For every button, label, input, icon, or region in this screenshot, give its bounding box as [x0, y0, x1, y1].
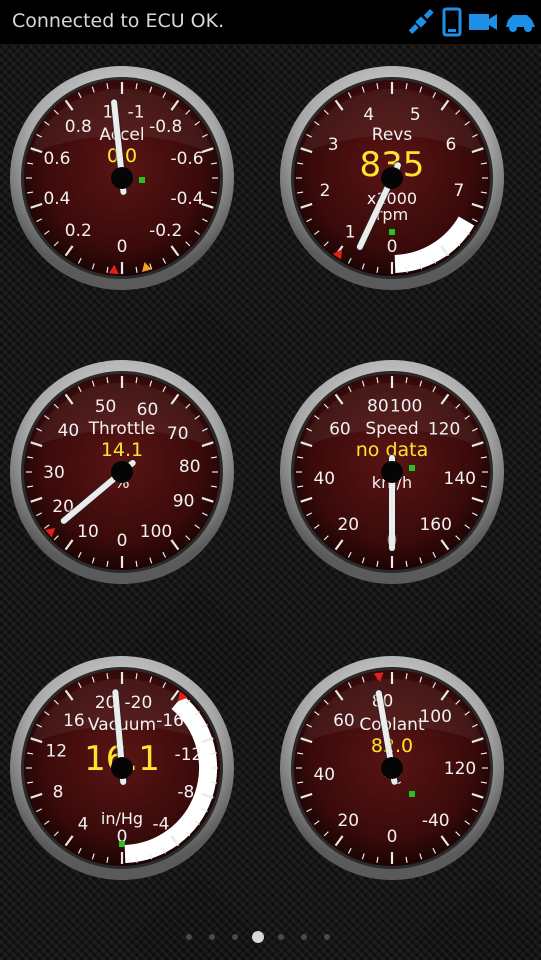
gauge-tick-label: 0	[387, 237, 398, 257]
gauge-tick-label: 60	[137, 400, 159, 420]
page-dot[interactable]	[186, 934, 192, 940]
gauge-tick-label: 120	[444, 759, 476, 779]
gauge-hub	[381, 461, 403, 483]
gauge-tick-label: 80	[367, 396, 389, 416]
gauge-tick-label: 0	[117, 237, 128, 257]
gauge-tick-label: 20	[337, 811, 359, 831]
gauge-tick-label: 50	[95, 397, 117, 417]
car-icon	[506, 15, 535, 32]
gauge-tick-label: -4	[153, 815, 170, 835]
gauge-tick-label: 120	[428, 419, 460, 439]
gauge-tick-label: 4	[363, 105, 374, 125]
gauge-tick-label: 6	[445, 135, 456, 155]
page-dot[interactable]	[278, 934, 284, 940]
gauge-tick-label: -8	[177, 782, 194, 802]
gauge-hub	[111, 461, 133, 483]
gauge-title: Revs	[372, 125, 413, 145]
gauge-tick-label: 3	[328, 135, 339, 155]
gauge-status-indicator	[409, 465, 415, 471]
gauge-tick-label: -12	[175, 745, 203, 765]
gauge-coolant[interactable]: 020406080100120-40Coolant82.0°C	[272, 648, 512, 888]
gauge-tick-label: -0.2	[149, 221, 182, 241]
gauge-status-indicator	[139, 177, 145, 183]
gauge-status-indicator	[119, 841, 125, 847]
gauge-tick-label: 20	[337, 515, 359, 535]
page-dot[interactable]	[232, 934, 238, 940]
gauge-tick-label: 0.2	[65, 221, 92, 241]
gauge-tick-label: 0	[117, 531, 128, 551]
gauge-tick-label: 10	[77, 522, 99, 542]
phone-icon	[442, 7, 462, 37]
gauge-tick-label: -16	[156, 711, 184, 731]
gauge-tick-label: 100	[390, 396, 422, 416]
gauge-hub	[381, 757, 403, 779]
gauge-title: Speed	[365, 419, 418, 439]
gauge-hub	[111, 757, 133, 779]
page-dot[interactable]	[301, 934, 307, 940]
gauge-title: Coolant	[359, 715, 425, 735]
page-dot[interactable]	[252, 931, 264, 943]
gauge-tick-label: 0.4	[43, 189, 70, 209]
gauge-tick-label: 100	[140, 522, 172, 542]
gauge-tick-label: 40	[313, 469, 335, 489]
gauge-status-indicator	[389, 229, 395, 235]
gauge-tick-label: 60	[329, 419, 351, 439]
gauge-tick-label: -1	[128, 102, 145, 122]
gauge-hub	[111, 167, 133, 189]
gauge-tick-label: 2	[320, 181, 331, 201]
gauge-tick-label: 5	[410, 105, 421, 125]
gauge-title: Throttle	[88, 419, 156, 439]
gauge-tick-label: -40	[422, 811, 450, 831]
gauge-tick-label: -0.4	[170, 189, 203, 209]
gauge-hub	[381, 167, 403, 189]
gauge-tick-label: -0.8	[149, 117, 182, 137]
gauge-tick-label: -20	[125, 693, 153, 713]
gauge-vacuum[interactable]: 048121620-20-16-12-8-4Vacuum16.1in/Hg	[2, 648, 242, 888]
gauge-tick-label: 80	[179, 457, 201, 477]
gauge-tick-label: 1	[345, 223, 356, 243]
gauge-tick-label: 40	[58, 421, 80, 441]
gauge-tick-label: 140	[444, 469, 476, 489]
gauge-status-indicator	[409, 791, 415, 797]
gauge-tick-label: 60	[333, 711, 355, 731]
gauge-tick-label: 0.6	[43, 149, 70, 169]
page-dot[interactable]	[209, 934, 215, 940]
page-indicator	[0, 930, 541, 946]
gauge-tick-label: 160	[419, 515, 451, 535]
gauge-tick-label: 70	[167, 424, 189, 444]
gauge-tick-label: 7	[454, 181, 465, 201]
gauge-unit: in/Hg	[101, 809, 143, 828]
gauge-accel[interactable]: 10.80.60.40.20-0.2-0.4-0.6-0.8-1Accel0.0	[2, 58, 242, 298]
gauge-tick-label: -0.6	[170, 149, 203, 169]
camera-icon	[469, 14, 497, 30]
gauge-tick-label: 40	[313, 765, 335, 785]
gauge-tick-label: 30	[43, 463, 65, 483]
connection-status-text: Connected to ECU OK.	[12, 10, 225, 32]
satellite-icon	[408, 9, 434, 34]
page-dot[interactable]	[324, 934, 330, 940]
gauge-tick-label: 8	[53, 782, 64, 802]
status-bar: Connected to ECU OK.	[0, 0, 541, 44]
gauge-tick-label: 16	[63, 711, 85, 731]
gauge-tick-label: 12	[45, 741, 67, 761]
gauge-value: 14.1	[101, 439, 143, 461]
gauge-revs[interactable]: 01234 567Revs835x1000rpm	[272, 58, 512, 298]
gauge-tick-label: 90	[173, 492, 195, 512]
gauge-speed[interactable]: 020406080100120140160Speedno datakm/h	[272, 352, 512, 592]
gauge-throttle[interactable]: 0102030405060708090100Throttle14.1%	[2, 352, 242, 592]
gauge-tick-label: 0	[387, 827, 398, 847]
gauge-tick-label: 0.8	[65, 117, 92, 137]
gauge-tick-label: 4	[78, 815, 89, 835]
